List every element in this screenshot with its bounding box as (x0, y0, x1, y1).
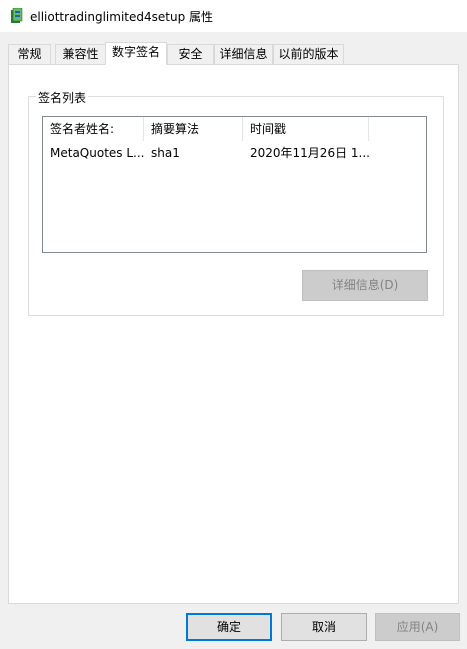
signature-list-legend: 签名列表 (36, 89, 89, 106)
tab-previous-versions[interactable]: 以前的版本 (273, 44, 344, 64)
apply-button[interactable]: 应用(A) (375, 613, 460, 641)
column-header-digest-algorithm[interactable]: 摘要算法 (144, 117, 243, 141)
cancel-button[interactable]: 取消 (281, 613, 367, 641)
signature-list-header: 签名者姓名: 摘要算法 时间戳 (43, 117, 426, 142)
column-header-signer-name[interactable]: 签名者姓名: (43, 117, 144, 141)
signature-details-button[interactable]: 详细信息(D) (302, 270, 428, 301)
signature-list[interactable]: 签名者姓名: 摘要算法 时间戳 MetaQuotes L... sha1 202… (42, 116, 427, 253)
ok-button[interactable]: 确定 (186, 613, 272, 641)
timestamp-cell: 2020年11月26日 1... (250, 146, 370, 160)
signature-row[interactable]: MetaQuotes L... sha1 2020年11月26日 1... (43, 142, 426, 164)
window-title: elliottradinglimited4setup 属性 (30, 10, 214, 24)
tab-digital-signatures[interactable]: 数字签名 (105, 42, 167, 65)
signer-name-cell: MetaQuotes L... (50, 146, 144, 160)
signature-list-group: 签名列表 签名者姓名: 摘要算法 时间戳 MetaQuotes L... sha… (28, 89, 444, 316)
column-header-timestamp[interactable]: 时间戳 (243, 117, 369, 141)
tab-compatibility[interactable]: 兼容性 (55, 44, 106, 64)
tab-details[interactable]: 详细信息 (214, 44, 273, 64)
digital-signatures-panel: 签名列表 签名者姓名: 摘要算法 时间戳 MetaQuotes L... sha… (8, 64, 459, 604)
title-bar[interactable]: elliottradinglimited4setup 属性 (0, 0, 467, 32)
tab-security[interactable]: 安全 (167, 44, 214, 64)
digest-algorithm-cell: sha1 (151, 146, 180, 160)
tab-strip: 常规 兼容性 数字签名 安全 详细信息 以前的版本 (8, 42, 458, 65)
tab-general[interactable]: 常规 (8, 44, 51, 64)
installer-app-icon (10, 7, 24, 24)
